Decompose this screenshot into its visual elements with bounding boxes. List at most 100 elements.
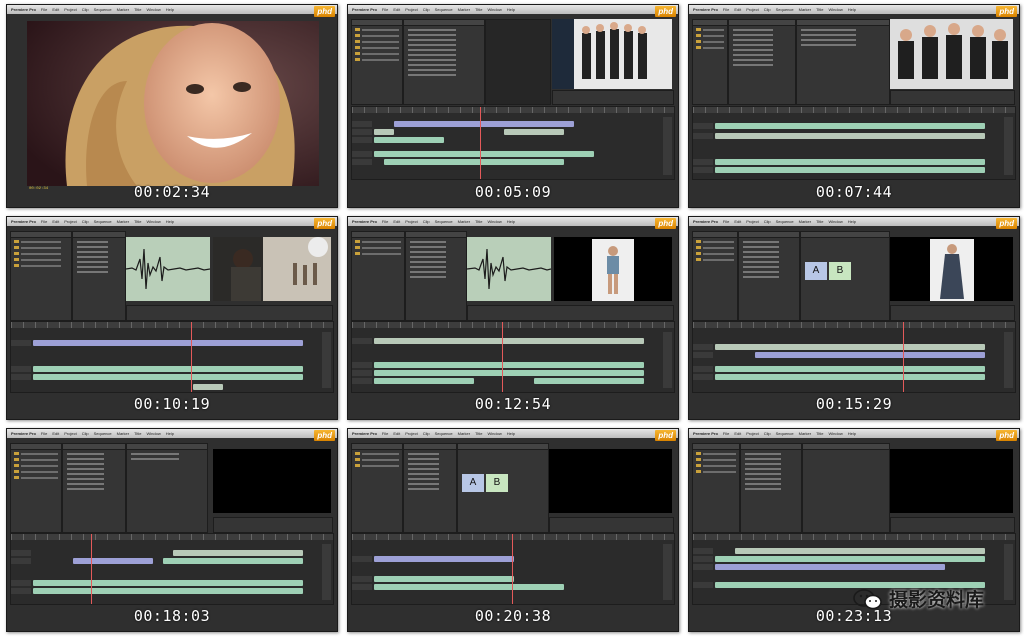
menu-window[interactable]: Window xyxy=(488,7,502,12)
playhead[interactable] xyxy=(91,534,92,604)
menu-window[interactable]: Window xyxy=(829,431,843,436)
menu-clip[interactable]: Clip xyxy=(764,219,771,224)
menu-project[interactable]: Project xyxy=(64,219,76,224)
menu-file[interactable]: File xyxy=(41,431,47,436)
effects-panel[interactable] xyxy=(740,443,802,533)
program-monitor[interactable] xyxy=(27,21,319,186)
effects-panel[interactable] xyxy=(403,19,485,105)
menu-file[interactable]: File xyxy=(723,7,729,12)
menu-sequence[interactable]: Sequence xyxy=(776,431,794,436)
source-waveform[interactable] xyxy=(126,237,210,301)
menu-clip[interactable]: Clip xyxy=(423,431,430,436)
menu-file[interactable]: File xyxy=(723,219,729,224)
timeline-panel[interactable] xyxy=(351,321,675,393)
menu-window[interactable]: Window xyxy=(488,431,502,436)
menu-sequence[interactable]: Sequence xyxy=(435,431,453,436)
menu-help[interactable]: Help xyxy=(848,7,856,12)
project-panel[interactable] xyxy=(351,231,405,321)
menu-file[interactable]: File xyxy=(382,431,388,436)
menu-sequence[interactable]: Sequence xyxy=(94,219,112,224)
menu-file[interactable]: File xyxy=(723,431,729,436)
effects-panel[interactable] xyxy=(62,443,126,533)
menu-project[interactable]: Project xyxy=(746,431,758,436)
program-monitor[interactable] xyxy=(549,449,672,513)
tools-panel[interactable] xyxy=(322,544,331,600)
menu-marker[interactable]: Marker xyxy=(799,219,811,224)
menu-edit[interactable]: Edit xyxy=(734,7,741,12)
transport-controls[interactable] xyxy=(549,517,674,533)
menu-project[interactable]: Project xyxy=(64,7,76,12)
program-monitor[interactable] xyxy=(554,237,672,301)
menu-sequence[interactable]: Sequence xyxy=(776,7,794,12)
tools-panel[interactable] xyxy=(1004,544,1013,600)
playhead[interactable] xyxy=(502,322,503,392)
timeline-panel[interactable] xyxy=(692,321,1016,393)
tools-panel[interactable] xyxy=(663,544,672,600)
transport-controls[interactable] xyxy=(890,90,1015,105)
menu-sequence[interactable]: Sequence xyxy=(94,7,112,12)
effects-panel[interactable] xyxy=(72,231,126,321)
menu-window[interactable]: Window xyxy=(488,219,502,224)
menu-edit[interactable]: Edit xyxy=(734,219,741,224)
effect-controls-panel[interactable] xyxy=(802,443,890,533)
menu-project[interactable]: Project xyxy=(405,219,417,224)
menu-sequence[interactable]: Sequence xyxy=(776,219,794,224)
menu-title[interactable]: Title xyxy=(816,431,823,436)
project-panel[interactable] xyxy=(692,231,738,321)
menu-window[interactable]: Window xyxy=(829,7,843,12)
transport-controls[interactable] xyxy=(126,305,333,321)
menu-help[interactable]: Help xyxy=(507,219,515,224)
project-panel[interactable] xyxy=(351,19,403,105)
effect-controls-panel[interactable]: A B xyxy=(457,443,549,533)
menu-sequence[interactable]: Sequence xyxy=(435,219,453,224)
menu-title[interactable]: Title xyxy=(475,219,482,224)
menu-edit[interactable]: Edit xyxy=(734,431,741,436)
menu-title[interactable]: Title xyxy=(134,219,141,224)
menu-file[interactable]: File xyxy=(382,219,388,224)
menu-edit[interactable]: Edit xyxy=(52,7,59,12)
menu-marker[interactable]: Marker xyxy=(117,219,129,224)
menu-help[interactable]: Help xyxy=(166,219,174,224)
menu-help[interactable]: Help xyxy=(166,7,174,12)
menu-title[interactable]: Title xyxy=(475,431,482,436)
source-monitor[interactable] xyxy=(485,19,551,105)
menu-title[interactable]: Title xyxy=(816,219,823,224)
playhead[interactable] xyxy=(480,107,481,179)
timeline-panel[interactable] xyxy=(351,533,675,605)
transport-controls[interactable] xyxy=(552,90,674,105)
tools-panel[interactable] xyxy=(1004,332,1013,388)
menu-window[interactable]: Window xyxy=(147,219,161,224)
effect-controls-panel[interactable] xyxy=(796,19,890,105)
menu-marker[interactable]: Marker xyxy=(458,431,470,436)
menu-title[interactable]: Title xyxy=(134,431,141,436)
transport-controls[interactable] xyxy=(890,517,1015,533)
program-monitor[interactable] xyxy=(213,237,331,301)
menu-help[interactable]: Help xyxy=(848,219,856,224)
menu-help[interactable]: Help xyxy=(848,431,856,436)
menu-sequence[interactable]: Sequence xyxy=(435,7,453,12)
menu-marker[interactable]: Marker xyxy=(458,219,470,224)
project-panel[interactable] xyxy=(10,443,62,533)
timeline-panel[interactable] xyxy=(10,533,334,605)
program-monitor[interactable] xyxy=(552,19,672,89)
timeline-panel[interactable] xyxy=(351,106,675,180)
timeline-panel[interactable] xyxy=(10,321,334,393)
menu-project[interactable]: Project xyxy=(64,431,76,436)
tools-panel[interactable] xyxy=(663,332,672,388)
menu-window[interactable]: Window xyxy=(147,431,161,436)
menu-clip[interactable]: Clip xyxy=(423,7,430,12)
effect-controls-panel[interactable]: A B xyxy=(800,231,890,321)
program-monitor[interactable] xyxy=(890,449,1013,513)
project-panel[interactable] xyxy=(692,19,728,105)
project-panel[interactable] xyxy=(351,443,403,533)
menu-file[interactable]: File xyxy=(382,7,388,12)
playhead[interactable] xyxy=(903,322,904,392)
effect-controls-panel[interactable] xyxy=(126,443,208,533)
menu-clip[interactable]: Clip xyxy=(82,219,89,224)
program-monitor[interactable] xyxy=(890,19,1013,89)
menu-help[interactable]: Help xyxy=(507,431,515,436)
playhead[interactable] xyxy=(512,534,513,604)
menu-edit[interactable]: Edit xyxy=(393,431,400,436)
menu-title[interactable]: Title xyxy=(816,7,823,12)
transition-preview[interactable]: A B xyxy=(462,474,508,492)
